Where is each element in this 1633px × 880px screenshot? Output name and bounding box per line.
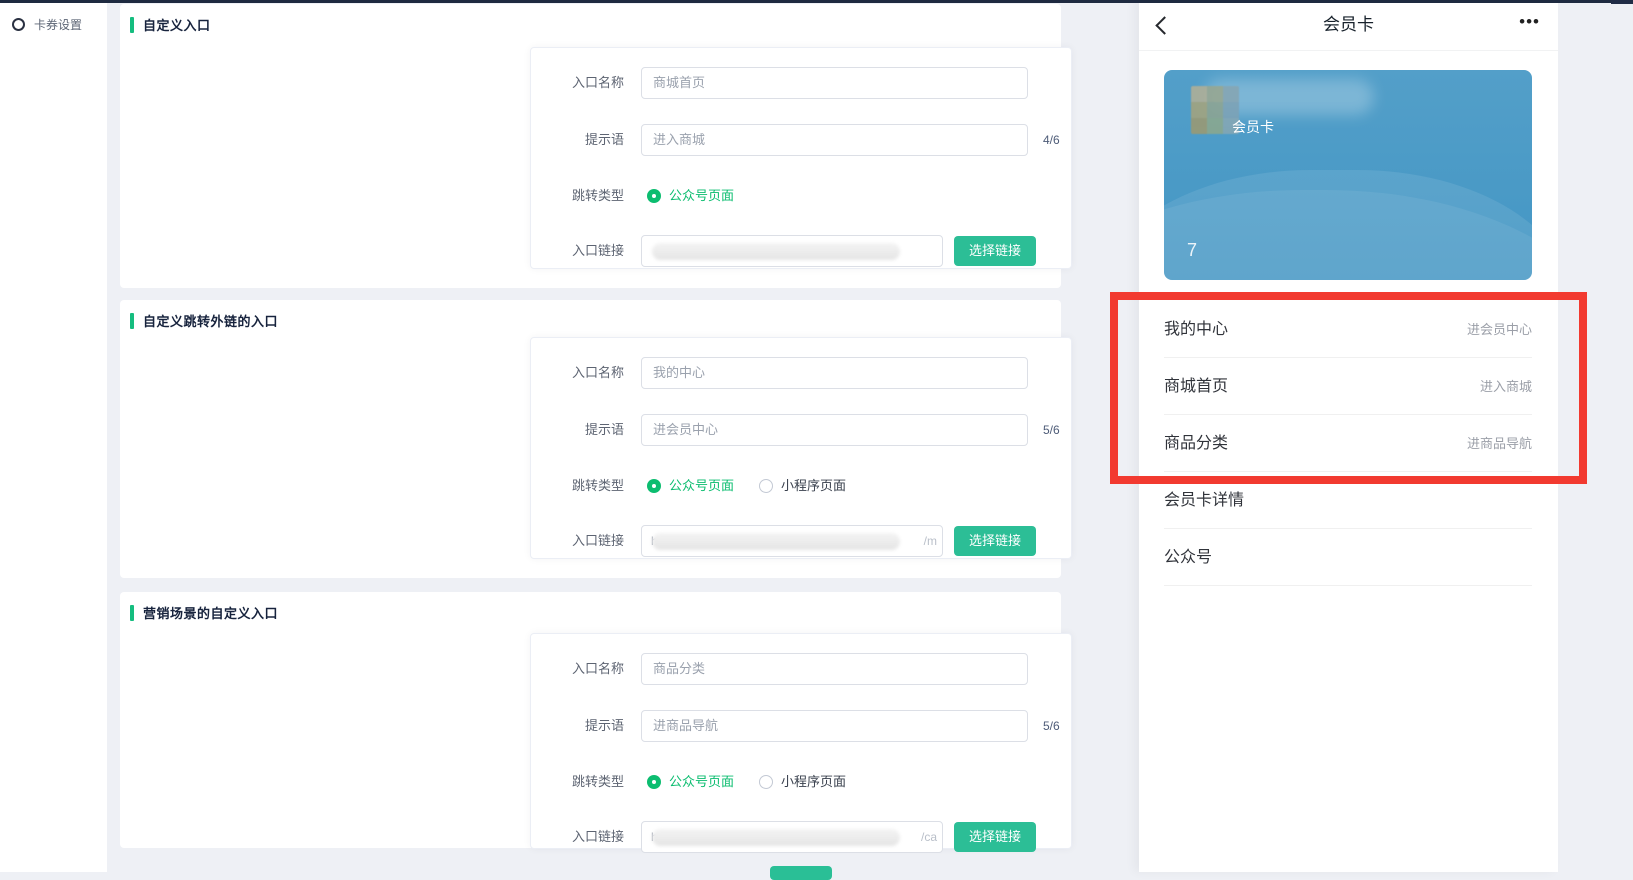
section-title-text: 营销场景的自定义入口 <box>143 603 278 622</box>
menu-item-mall-home[interactable]: 商城首页 进入商城 <box>1139 358 1558 415</box>
menu-item-label: 商品分类 <box>1164 415 1228 472</box>
member-card[interactable]: 会员卡 7 <box>1164 70 1532 280</box>
menu-item-label: 会员卡详情 <box>1164 472 1244 529</box>
phone-header: 会员卡 ••• <box>1139 0 1558 51</box>
sidebar-item-card-settings[interactable]: 卡券设置 <box>12 14 82 34</box>
char-counter: 4/6 <box>1043 124 1060 156</box>
radio-official-account-label[interactable]: 公众号页面 <box>669 188 734 204</box>
entry-link-label: 入口链接 <box>531 821 624 853</box>
menu-item-official-account[interactable]: 公众号 <box>1139 529 1558 586</box>
entry-link-label: 入口链接 <box>531 525 624 557</box>
entry-name-label: 入口名称 <box>531 67 624 99</box>
save-button[interactable] <box>770 866 832 880</box>
circle-icon <box>12 18 25 31</box>
tip-label: 提示语 <box>531 710 624 742</box>
entry-link-input[interactable]: h /m <box>641 525 943 557</box>
entry-link-input[interactable]: h /ca <box>641 821 943 853</box>
section-title: 自定义跳转外链的入口 <box>130 311 278 330</box>
tip-input[interactable]: 进商品导航 <box>641 710 1028 742</box>
menu-item-hint: 进会员中心 <box>1467 301 1532 358</box>
section-title-text: 自定义跳转外链的入口 <box>143 311 278 330</box>
menu-item-label: 商城首页 <box>1164 358 1228 415</box>
sidebar: 卡券设置 <box>0 3 107 872</box>
radio-official-account-label[interactable]: 公众号页面 <box>669 478 734 494</box>
blurred-link-content <box>652 829 900 846</box>
tip-label: 提示语 <box>531 414 624 446</box>
choose-link-button[interactable]: 选择链接 <box>954 526 1036 556</box>
radio-mini-program-unselected[interactable] <box>759 775 773 789</box>
entry-name-input[interactable]: 商城首页 <box>641 67 1028 99</box>
section-title: 自定义入口 <box>130 15 211 34</box>
phone-preview-panel: 会员卡 ••• 会员卡 7 我的中心 进会员中心 商城首页 进入商城 商品分类 … <box>1139 0 1558 872</box>
top-border-line <box>0 0 1633 3</box>
radio-official-account-label[interactable]: 公众号页面 <box>669 774 734 790</box>
form-card: 入口名称 我的中心 提示语 进会员中心 5/6 跳转类型 公众号页面 小程序页面… <box>530 337 1072 559</box>
radio-official-account-selected[interactable] <box>647 479 661 493</box>
scrollbar-thumb[interactable] <box>1611 0 1633 4</box>
entry-link-input[interactable] <box>641 235 943 267</box>
choose-link-button[interactable]: 选择链接 <box>954 236 1036 266</box>
entry-name-label: 入口名称 <box>531 653 624 685</box>
char-counter: 5/6 <box>1043 414 1060 446</box>
tip-label: 提示语 <box>531 124 624 156</box>
menu-item-my-center[interactable]: 我的中心 进会员中心 <box>1139 301 1558 358</box>
section-custom-entry: 自定义入口 入口名称 商城首页 提示语 进入商城 4/6 跳转类型 公众号页面 … <box>120 4 1061 288</box>
tip-input[interactable]: 进会员中心 <box>641 414 1028 446</box>
radio-official-account-selected[interactable] <box>647 189 661 203</box>
radio-mini-program-label[interactable]: 小程序页面 <box>781 774 846 790</box>
phone-page-title: 会员卡 <box>1139 0 1558 50</box>
member-card-name: 会员卡 <box>1232 117 1274 137</box>
green-bar-icon <box>130 313 134 329</box>
entry-link-label: 入口链接 <box>531 235 624 267</box>
section-external-link-entry: 自定义跳转外链的入口 入口名称 我的中心 提示语 进会员中心 5/6 跳转类型 … <box>120 300 1061 578</box>
form-card: 入口名称 商品分类 提示语 进商品导航 5/6 跳转类型 公众号页面 小程序页面… <box>530 633 1072 849</box>
tip-input[interactable]: 进入商城 <box>641 124 1028 156</box>
link-text-suffix: /m <box>924 526 937 556</box>
more-dots-icon[interactable]: ••• <box>1519 0 1540 50</box>
char-counter: 5/6 <box>1043 710 1060 742</box>
radio-mini-program-unselected[interactable] <box>759 479 773 493</box>
jump-type-label: 跳转类型 <box>531 478 624 494</box>
menu-item-hint: 进商品导航 <box>1467 415 1532 472</box>
choose-link-button[interactable]: 选择链接 <box>954 822 1036 852</box>
entry-name-input[interactable]: 我的中心 <box>641 357 1028 389</box>
jump-type-label: 跳转类型 <box>531 774 624 790</box>
section-marketing-entry: 营销场景的自定义入口 入口名称 商品分类 提示语 进商品导航 5/6 跳转类型 … <box>120 592 1061 848</box>
link-text-suffix: /ca <box>921 822 937 852</box>
entry-name-label: 入口名称 <box>531 357 624 389</box>
section-title-text: 自定义入口 <box>143 15 211 34</box>
green-bar-icon <box>130 605 134 621</box>
menu-item-card-detail[interactable]: 会员卡详情 <box>1139 472 1558 529</box>
blurred-link-content <box>652 533 900 550</box>
menu-item-label: 公众号 <box>1164 529 1212 586</box>
menu-item-product-category[interactable]: 商品分类 进商品导航 <box>1139 415 1558 472</box>
form-card: 入口名称 商城首页 提示语 进入商城 4/6 跳转类型 公众号页面 入口链接 选… <box>530 47 1072 269</box>
radio-mini-program-label[interactable]: 小程序页面 <box>781 478 846 494</box>
blurred-link-content <box>652 243 900 260</box>
member-card-number: 7 <box>1187 240 1197 261</box>
entry-name-input[interactable]: 商品分类 <box>641 653 1028 685</box>
jump-type-label: 跳转类型 <box>531 188 624 204</box>
menu-item-label: 我的中心 <box>1164 301 1228 358</box>
menu-item-hint: 进入商城 <box>1480 358 1532 415</box>
radio-official-account-selected[interactable] <box>647 775 661 789</box>
sidebar-item-label: 卡券设置 <box>34 16 82 33</box>
section-title: 营销场景的自定义入口 <box>130 603 278 622</box>
green-bar-icon <box>130 17 134 33</box>
